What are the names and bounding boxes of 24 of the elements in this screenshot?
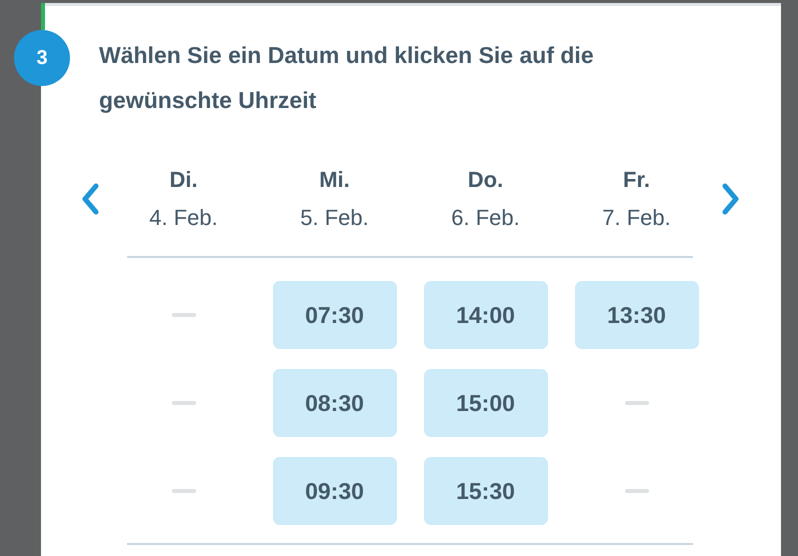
unavailable-dash [172, 313, 196, 317]
weekday-label: Di. [169, 166, 198, 194]
unavailable-dash [172, 489, 196, 493]
date-label: 7. Feb. [602, 204, 671, 232]
time-slot-button[interactable]: 07:30 [272, 281, 396, 349]
time-slot-button[interactable]: 15:30 [424, 457, 548, 525]
chevron-right-icon [722, 183, 740, 215]
weekday-label: Fr. [623, 166, 650, 194]
unavailable-dash [172, 401, 196, 405]
time-slot-button[interactable]: 08:30 [272, 369, 396, 437]
date-label: 5. Feb. [300, 204, 369, 232]
time-slot-button[interactable]: 09:30 [272, 457, 396, 525]
time-slot-button[interactable]: 13:30 [574, 281, 698, 349]
time-slot-button[interactable]: 14:00 [424, 281, 548, 349]
date-label: 6. Feb. [451, 204, 520, 232]
weekday-label: Mi. [319, 166, 350, 194]
time-slot-button[interactable]: 15:00 [424, 369, 548, 437]
step-number: 3 [14, 30, 70, 86]
chevron-left-icon [80, 183, 98, 215]
date-label: 4. Feb. [149, 204, 218, 232]
weekday-label: Do. [468, 166, 504, 194]
step-title: Wählen Sie ein Datum und klicken Sie auf die gewünschte Uhrzeit [99, 41, 595, 115]
unavailable-dash [624, 401, 648, 405]
unavailable-dash [624, 489, 648, 493]
